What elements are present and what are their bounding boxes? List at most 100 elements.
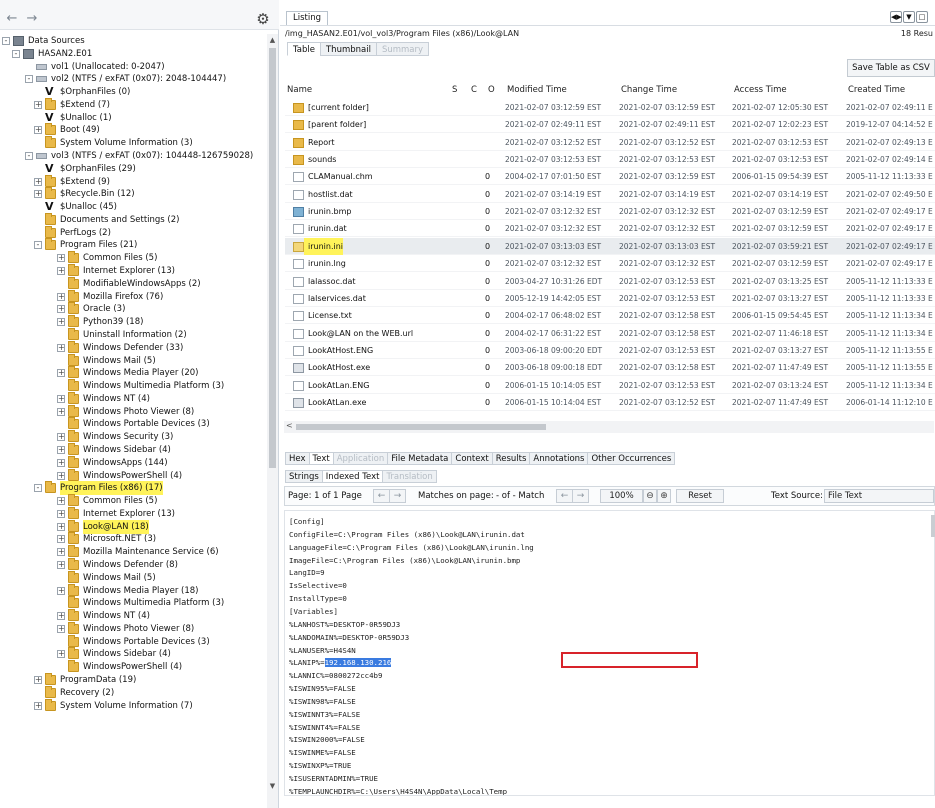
dropdown-icon[interactable]: ▼ [903, 11, 915, 23]
tab-strings[interactable]: Strings [285, 470, 323, 483]
scroll-up-icon[interactable]: ▲ [268, 36, 277, 45]
expander-icon[interactable]: + [57, 318, 65, 327]
column-created-time[interactable]: Created Time [848, 82, 905, 98]
expander-icon[interactable]: + [57, 305, 65, 314]
scroll-thumb[interactable] [269, 48, 276, 468]
expander-icon[interactable]: + [57, 445, 65, 454]
maximize-icon[interactable]: □ [916, 11, 928, 23]
table-row[interactable]: lalassoc.dat 0 2003-04-27 10:31:26 EDT 2021… [285, 273, 935, 290]
tab-hex[interactable]: Hex [285, 452, 310, 465]
expander-icon[interactable]: + [57, 458, 65, 467]
table-row[interactable]: License.txt 0 2004-02-17 06:48:02 EST 2021-… [285, 307, 935, 325]
text-source-select[interactable]: File Text [824, 489, 934, 503]
subtab-thumbnail[interactable]: Thumbnail [319, 42, 377, 56]
table-row[interactable]: LookAtHost.ENG 0 2003-06-18 09:00:20 EDT 20… [285, 342, 935, 359]
expander-icon[interactable]: - [25, 75, 33, 84]
table-row[interactable]: irunin.ini 0 2021-02-07 03:13:03 EST 2021-0… [285, 237, 935, 255]
expander-icon[interactable]: + [57, 548, 65, 557]
table-row[interactable]: Report 2021-02-07 03:12:52 EST 2021-02-07 … [285, 134, 935, 151]
table-row[interactable]: hostlist.dat 0 2021-02-07 03:14:19 EST 2021… [285, 186, 935, 203]
expander-icon[interactable]: + [57, 535, 65, 544]
column-access-time[interactable]: Access Time [734, 82, 787, 98]
expander-icon[interactable]: + [57, 343, 65, 352]
tab-scroll-icon[interactable]: ◀▶ [890, 11, 902, 23]
expander-icon[interactable]: + [57, 369, 65, 378]
forward-arrow-icon[interactable]: → [24, 11, 40, 27]
expander-icon[interactable]: + [34, 701, 42, 710]
expander-icon[interactable]: + [57, 254, 65, 263]
column-o[interactable]: O [488, 82, 495, 98]
column-change-time[interactable]: Change Time [621, 82, 677, 98]
folder-icon [68, 455, 79, 468]
column-modified-time[interactable]: Modified Time [507, 82, 567, 98]
expander-icon[interactable]: - [25, 152, 33, 161]
tab-indexed-text[interactable]: Indexed Text [321, 470, 384, 483]
expander-icon[interactable]: - [34, 484, 42, 493]
expander-icon[interactable]: + [57, 612, 65, 621]
tab-listing[interactable]: Listing [286, 11, 329, 25]
zoom-in-icon[interactable]: ⊕ [657, 489, 671, 503]
expander-icon[interactable]: + [57, 433, 65, 442]
expander-icon[interactable]: + [34, 190, 42, 199]
expander-icon[interactable]: + [57, 471, 65, 480]
gear-icon[interactable]: ⚙ [255, 11, 271, 27]
table-row[interactable]: irunin.dat 0 2021-02-07 03:12:32 EST 2021-0… [285, 220, 935, 238]
scroll-down-icon[interactable]: ▼ [268, 782, 277, 791]
expander-icon[interactable]: + [57, 560, 65, 569]
column-c[interactable]: C [471, 82, 477, 98]
table-row[interactable]: CLAManual.chm 0 2004-02-17 07:01:50 EST 202… [285, 168, 935, 186]
expander-icon[interactable]: + [34, 676, 42, 684]
expander-icon[interactable]: + [57, 292, 65, 301]
cell-o: 0 [485, 311, 491, 321]
tree-node[interactable]: + System Volume Information (7) [0, 698, 266, 713]
table-row[interactable]: LookAtLan.exe 0 2006-01-15 10:14:04 EST 202… [285, 394, 935, 411]
expander-icon[interactable]: + [57, 394, 65, 403]
table-horizontal-scrollbar[interactable]: < [284, 421, 934, 433]
tab-text[interactable]: Text [308, 452, 334, 465]
table-row[interactable]: lalservices.dat 0 2005-12-19 14:42:05 EST 2… [285, 290, 935, 307]
prev-page-icon[interactable]: ← [373, 489, 390, 503]
table-row[interactable]: irunin.lng 0 2021-02-07 03:12:32 EST 2021-0… [285, 255, 935, 273]
tab-context[interactable]: Context [451, 452, 493, 465]
expander-icon[interactable]: + [57, 522, 65, 531]
column-s[interactable]: S [452, 82, 457, 98]
table-row[interactable]: sounds 2021-02-07 03:12:53 EST 2021-02-07 … [285, 151, 935, 169]
tab-annotations[interactable]: Annotations [529, 452, 589, 465]
expander-icon[interactable]: + [34, 177, 42, 186]
scroll-thumb[interactable] [296, 424, 546, 430]
table-row[interactable]: Look@LAN on the WEB.url 0 2004-02-17 06:31… [285, 325, 935, 342]
tab-other-occurrences[interactable]: Other Occurrences [587, 452, 676, 465]
prev-match-icon[interactable]: ← [556, 489, 573, 503]
table-row[interactable]: irunin.bmp 0 2021-02-07 03:12:32 EST 2021-0… [285, 203, 935, 221]
scroll-left-icon[interactable]: < [286, 421, 293, 430]
tab-results[interactable]: Results [491, 452, 531, 465]
expander-icon[interactable]: + [57, 267, 65, 276]
zoom-value[interactable]: 100% [600, 489, 643, 503]
tree-scrollbar[interactable]: ▲ ▼ [267, 34, 278, 808]
column-name[interactable]: Name [287, 82, 312, 98]
expander-icon[interactable]: + [34, 100, 42, 109]
save-table-csv-button[interactable]: Save Table as CSV [847, 59, 935, 77]
expander-icon[interactable]: + [57, 497, 65, 506]
table-row[interactable]: LookAtLan.ENG 0 2006-01-15 10:14:05 EST 202… [285, 377, 935, 394]
table-row[interactable]: [parent folder] 2021-02-07 02:49:11 EST 20… [285, 116, 935, 134]
expander-icon[interactable]: - [34, 241, 42, 250]
expander-icon[interactable]: + [57, 624, 65, 633]
tab-file-metadata[interactable]: File Metadata [387, 452, 453, 465]
table-row[interactable]: LookAtHost.exe 0 2003-06-18 09:00:18 EDT 20… [285, 359, 935, 377]
table-row[interactable]: [current folder] 2021-02-07 03:12:59 EST 2… [285, 99, 935, 116]
subtab-table[interactable]: Table [287, 42, 321, 56]
expander-icon[interactable]: + [57, 407, 65, 416]
expander-icon[interactable]: + [34, 126, 42, 135]
expander-icon[interactable]: + [57, 586, 65, 595]
reset-button[interactable]: Reset [676, 489, 724, 503]
expander-icon[interactable]: - [2, 37, 10, 45]
expander-icon[interactable]: + [57, 509, 65, 518]
expander-icon[interactable]: - [12, 49, 20, 58]
next-page-icon[interactable]: → [389, 489, 406, 503]
back-arrow-icon[interactable]: ← [4, 11, 20, 27]
expander-icon[interactable]: + [57, 650, 65, 659]
zoom-out-icon[interactable]: ⊖ [643, 489, 657, 503]
next-match-icon[interactable]: → [572, 489, 589, 503]
text-scroll-thumb[interactable] [931, 515, 935, 537]
